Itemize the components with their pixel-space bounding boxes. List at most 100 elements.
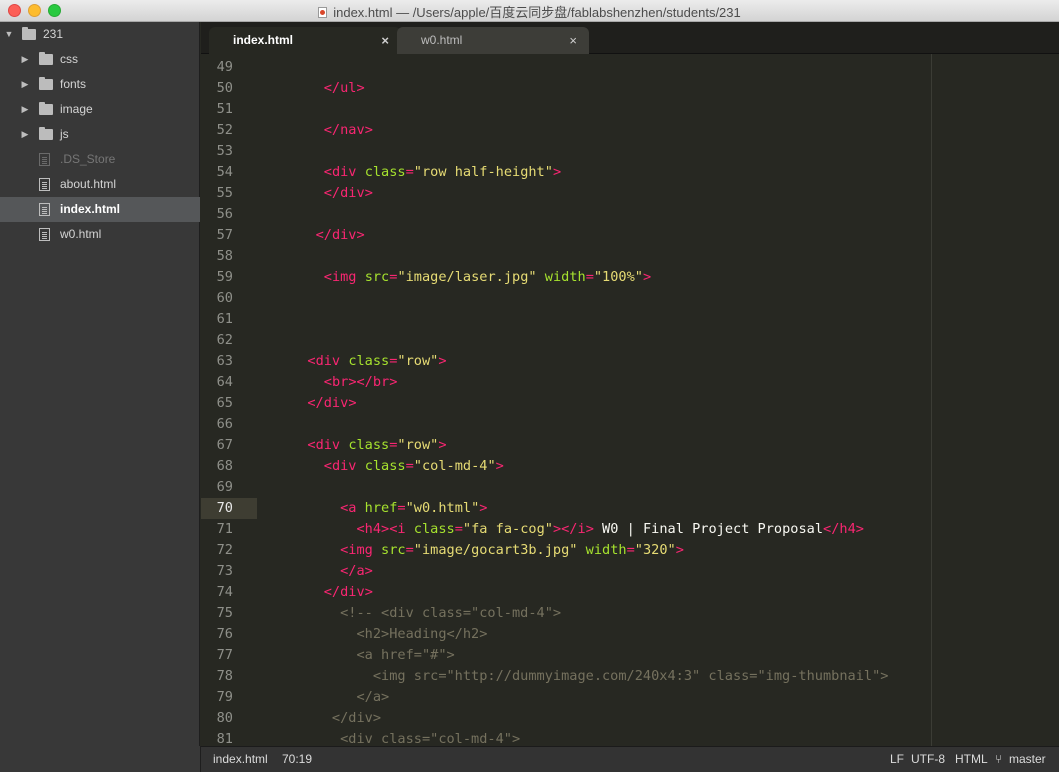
line-number: 59 xyxy=(216,269,233,285)
code-line[interactable]: 68 <div class="col-md-4"> xyxy=(201,456,1059,477)
status-line-ending[interactable]: LF xyxy=(890,747,904,772)
code-line[interactable]: 62 xyxy=(201,330,1059,351)
line-number: 66 xyxy=(216,416,233,432)
code-text: <div class="col-md-4"> xyxy=(291,731,521,746)
code-line[interactable]: 64 <br></br> xyxy=(201,372,1059,393)
code-line[interactable]: 51 xyxy=(201,99,1059,120)
folder-icon xyxy=(39,52,53,65)
close-tab-icon[interactable]: × xyxy=(569,27,577,54)
code-text: </div> xyxy=(323,584,373,600)
sidebar-item-label: css xyxy=(60,52,78,66)
line-number: 67 xyxy=(216,437,233,453)
sidebar-item-fonts[interactable]: ▶ fonts xyxy=(0,72,200,97)
close-tab-icon[interactable]: × xyxy=(381,27,389,54)
code-line[interactable]: 52 </nav> xyxy=(201,120,1059,141)
sidebar-item-index-html[interactable]: index.html xyxy=(0,197,200,222)
code-line[interactable]: 79 </a> xyxy=(201,687,1059,708)
code-text: <!-- <div class="col-md-4"> xyxy=(291,605,562,621)
code-line[interactable]: 76 <h2>Heading</h2> xyxy=(201,624,1059,645)
code-line[interactable]: 73 </a> xyxy=(201,561,1059,582)
file-icon xyxy=(39,178,50,191)
code-line[interactable]: 80 </div> xyxy=(201,708,1059,729)
window-titlebar: index.html — /Users/apple/百度云同步盘/fablabs… xyxy=(0,0,1059,22)
tab-label: w0.html xyxy=(421,33,463,47)
code-line[interactable]: 81 <div class="col-md-4"> xyxy=(201,729,1059,746)
line-number: 62 xyxy=(216,332,233,348)
code-line[interactable]: 72 <img src="image/gocart3b.jpg" width="… xyxy=(201,540,1059,561)
code-line[interactable]: 65 </div> xyxy=(201,393,1059,414)
code-text: <div class="row"> xyxy=(307,353,447,369)
code-text: <div class="col-md-4"> xyxy=(323,458,504,474)
line-number: 80 xyxy=(216,710,233,726)
code-line[interactable]: 56 xyxy=(201,204,1059,225)
code-line[interactable]: 53 xyxy=(201,141,1059,162)
line-number: 73 xyxy=(216,563,233,579)
chevron-right-icon[interactable]: ▶ xyxy=(20,72,30,97)
code-text: <div class="row"> xyxy=(307,437,447,453)
sidebar-item-label: fonts xyxy=(60,77,87,91)
line-number: 57 xyxy=(216,227,233,243)
tab-w0-html[interactable]: w0.html × xyxy=(397,27,589,54)
window-title-container: index.html — /Users/apple/百度云同步盘/fablabs… xyxy=(0,2,1059,21)
sidebar-item-ds-store[interactable]: .DS_Store xyxy=(0,147,200,172)
code-line[interactable]: 58 xyxy=(201,246,1059,267)
code-line[interactable]: 70 <a href="w0.html"> xyxy=(201,498,1059,519)
sidebar-item-about-html[interactable]: about.html xyxy=(0,172,200,197)
sidebar-item-label: image xyxy=(60,102,93,116)
code-line[interactable]: 78 <img src="http://dummyimage.com/240x4… xyxy=(201,666,1059,687)
code-line[interactable]: 69 xyxy=(201,477,1059,498)
line-number: 79 xyxy=(216,689,233,705)
code-line[interactable]: 55 </div> xyxy=(201,183,1059,204)
code-line[interactable]: 63 <div class="row"> xyxy=(201,351,1059,372)
code-text: </div> xyxy=(315,227,365,243)
code-text: </nav> xyxy=(323,122,373,138)
chevron-down-icon[interactable]: ▼ xyxy=(4,22,14,47)
code-editor[interactable]: 49 50 </ul> 51 52 </nav> 53 54 <div class="ro… xyxy=(201,54,1059,746)
code-text: <br></br> xyxy=(323,374,398,390)
sidebar-item-label: .DS_Store xyxy=(60,152,116,166)
status-git-branch[interactable]: master xyxy=(1009,747,1046,772)
sidebar-item-label: index.html xyxy=(60,202,121,216)
statusbar-sidebar-area xyxy=(0,746,201,772)
line-number: 51 xyxy=(216,101,233,117)
git-branch-icon: ⑂ xyxy=(995,752,1003,766)
document-icon xyxy=(318,7,328,18)
line-number: 61 xyxy=(216,311,233,327)
code-line[interactable]: 61 xyxy=(201,309,1059,330)
code-text: <img src="image/laser.jpg" width="100%"> xyxy=(323,269,652,285)
chevron-right-icon[interactable]: ▶ xyxy=(20,47,30,72)
code-line[interactable]: 57 </div> xyxy=(201,225,1059,246)
code-text: <h2>Heading</h2> xyxy=(291,626,488,642)
code-line[interactable]: 74 </div> xyxy=(201,582,1059,603)
code-line[interactable]: 71 <h4><i class="fa fa-cog"></i> W0 | Fi… xyxy=(201,519,1059,540)
code-line[interactable]: 54 <div class="row half-height"> xyxy=(201,162,1059,183)
code-text: <img src="http://dummyimage.com/240x4:3"… xyxy=(291,668,889,684)
code-line[interactable]: 67 <div class="row"> xyxy=(201,435,1059,456)
sidebar-item-js[interactable]: ▶ js xyxy=(0,122,200,147)
sidebar-item-label: js xyxy=(60,127,69,141)
status-encoding[interactable]: UTF-8 xyxy=(911,747,945,772)
code-line[interactable]: 50 </ul> xyxy=(201,78,1059,99)
chevron-right-icon[interactable]: ▶ xyxy=(20,97,30,122)
code-line[interactable]: 59 <img src="image/laser.jpg" width="100… xyxy=(201,267,1059,288)
code-line[interactable]: 66 xyxy=(201,414,1059,435)
chevron-right-icon[interactable]: ▶ xyxy=(20,122,30,147)
sidebar-item-css[interactable]: ▶ css xyxy=(0,47,200,72)
tab-label: index.html xyxy=(233,33,294,47)
line-number: 55 xyxy=(216,185,233,201)
sidebar-item-w0-html[interactable]: w0.html xyxy=(0,222,200,247)
code-line[interactable]: 60 xyxy=(201,288,1059,309)
file-icon xyxy=(39,203,50,216)
sidebar-root-folder[interactable]: ▼ 231 xyxy=(0,22,200,47)
code-line[interactable]: 49 xyxy=(201,57,1059,78)
tab-index-html[interactable]: index.html × xyxy=(209,27,401,54)
code-line[interactable]: 77 <a href="#"> xyxy=(201,645,1059,666)
line-number: 50 xyxy=(216,80,233,96)
sidebar-item-image[interactable]: ▶ image xyxy=(0,97,200,122)
line-number: 72 xyxy=(216,542,233,558)
sidebar-item-label: w0.html xyxy=(60,227,102,241)
status-syntax[interactable]: HTML xyxy=(955,747,988,772)
code-line[interactable]: 75 <!-- <div class="col-md-4"> xyxy=(201,603,1059,624)
status-cursor-position: 70:19 xyxy=(282,752,313,766)
line-number: 75 xyxy=(216,605,233,621)
